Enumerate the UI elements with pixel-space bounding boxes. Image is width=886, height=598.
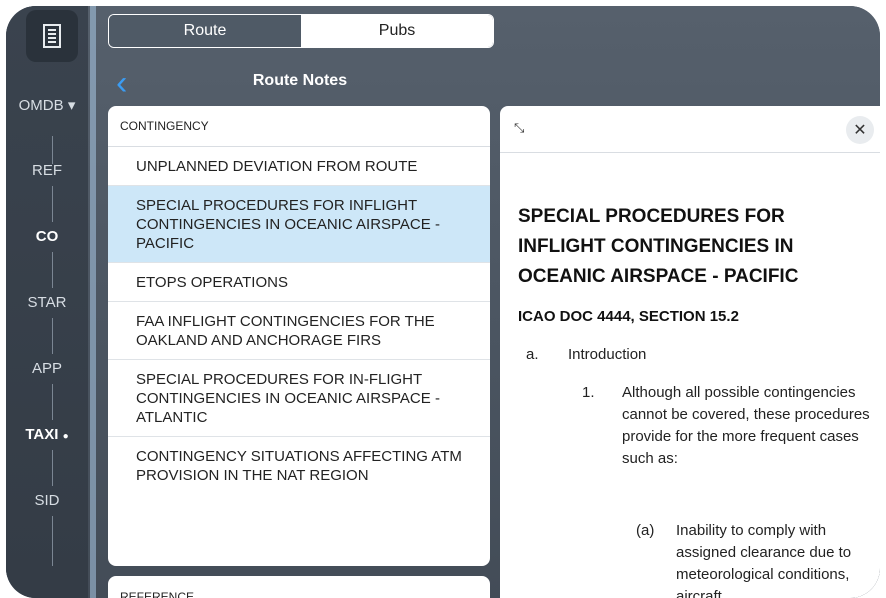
rail-item-co[interactable]: CO [6,228,88,245]
para-sa-text: Inability to comply with assigned cleara… [676,522,852,598]
route-line [90,6,96,598]
detail-title: SPECIAL PROCEDURES FOR INFLIGHT CONTINGE… [518,206,799,287]
device-screen: OMDB ▾ REF CO STAR APP TAXI ● SID Route … [6,6,880,598]
rail-item-sid[interactable]: SID [6,492,88,509]
rail-divider [52,252,53,288]
rail-divider [52,384,53,420]
rail-divider [52,136,53,164]
list-item[interactable]: UNPLANNED DEVIATION FROM ROUTE [108,147,490,186]
expand-icon[interactable]: ⤡ [514,120,524,136]
list-item[interactable]: CONTINGENCY SITUATIONS AFFECTING ATM PRO… [108,437,490,494]
dropdown-icon: ▾ [67,97,76,114]
list-item[interactable]: SPECIAL PROCEDURES FOR IN-FLIGHT CONTING… [108,360,490,437]
rail-item-taxi[interactable]: TAXI ● [6,426,88,443]
tab-pubs[interactable]: Pubs [301,15,493,47]
document-menu-button[interactable] [26,10,78,62]
list-item[interactable]: FAA INFLIGHT CONTINGENCIES FOR THE OAKLA… [108,302,490,360]
rail-divider [52,318,53,354]
rail-item-app[interactable]: APP [6,360,88,377]
route-notes-list: CONTINGENCY UNPLANNED DEVIATION FROM ROU… [108,106,490,566]
close-button[interactable]: ✕ [846,116,874,144]
detail-toolbar: ⤡ ✕ [500,106,880,153]
list-item[interactable]: ETOPS OPERATIONS [108,263,490,302]
para-1-text: Although all possible contingencies cann… [622,384,870,467]
rail-divider [52,450,53,486]
nav-title: Route Notes [252,72,348,89]
rail-item-ref[interactable]: REF [6,162,88,179]
reference-section: REFERENCE [108,576,490,598]
dot-icon: ● [62,431,69,442]
airport-selector[interactable]: OMDB ▾ [6,96,88,114]
rail-divider [52,516,53,566]
tab-route[interactable]: Route [109,15,301,47]
section-header: CONTINGENCY [108,106,490,147]
nav-bar: ‹ Route Notes [108,64,492,104]
para-a-text: Introduction [568,346,647,363]
para-a-marker: a. [526,346,539,363]
segmented-control: Route Pubs [108,14,494,48]
rail-divider [52,186,53,222]
section-header: REFERENCE [120,590,195,598]
para-sa-marker: (a) [636,522,655,539]
rail-item-star[interactable]: STAR [6,294,88,311]
list-item-selected[interactable]: SPECIAL PROCEDURES FOR INFLIGHT CONTINGE… [108,186,490,263]
detail-panel: ⤡ ✕ SPECIAL PROCEDURES FOR INFLIGHT CONT… [500,106,880,598]
document-icon [43,24,61,48]
detail-subtitle: ICAO DOC 4444, SECTION 15.2 [518,308,739,325]
close-icon: ✕ [853,122,867,139]
para-1-marker: 1. [582,384,595,401]
